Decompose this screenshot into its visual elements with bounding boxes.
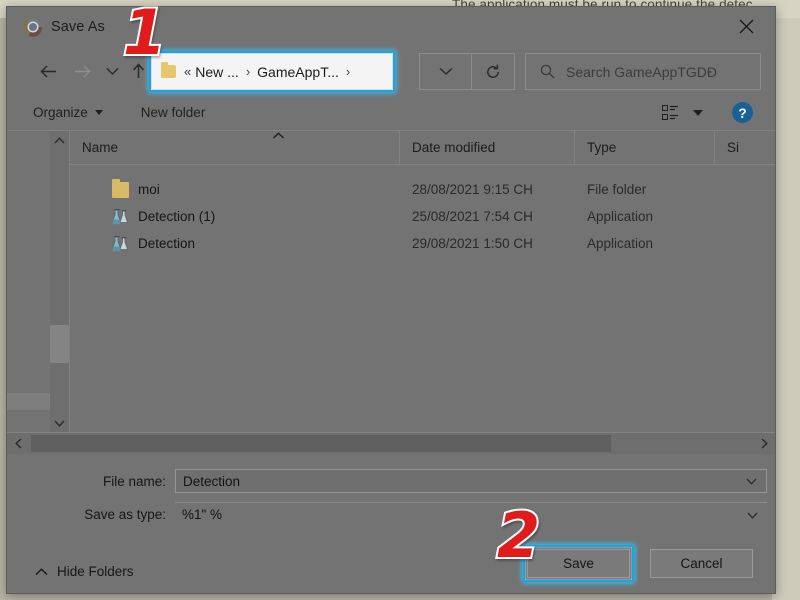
view-layout-icon[interactable] (662, 105, 679, 121)
file-list-horizontal-scrollbar[interactable] (7, 432, 775, 454)
chevron-up-icon (35, 564, 48, 579)
column-header-name[interactable]: Name (70, 131, 400, 164)
save-form: File name: Detection Save as type: %1" % (7, 454, 775, 532)
screenshot-root: The application must be run to continue … (0, 0, 800, 600)
scrollbar-track[interactable] (50, 149, 69, 414)
back-arrow-icon[interactable] (31, 56, 65, 86)
dialog-title: Save As (51, 19, 105, 35)
breadcrumb-overflow[interactable]: « (184, 64, 191, 79)
cancel-button[interactable]: Cancel (650, 549, 753, 578)
save-as-type-label: Save as type: (84, 506, 166, 522)
file-date-cell: 29/08/2021 1:50 CH (412, 236, 533, 251)
table-row[interactable]: moi 28/08/2021 9:15 CH File folder (70, 176, 775, 203)
new-folder-label: New folder (140, 105, 206, 120)
breadcrumb-item-0[interactable]: New ... (195, 64, 239, 80)
caret-down-icon (94, 110, 103, 115)
file-type-cell: File folder (587, 182, 647, 197)
save-button[interactable]: Save (527, 549, 630, 578)
address-history-chevron-down-icon[interactable] (419, 53, 471, 90)
search-placeholder: Search GameAppTGDĐ (566, 63, 717, 80)
scrollbar-thumb[interactable] (50, 325, 69, 363)
search-input[interactable]: Search GameAppTGDĐ (525, 53, 761, 90)
save-as-type-row: Save as type: %1" % (7, 501, 775, 527)
help-icon[interactable]: ? (732, 102, 753, 123)
search-icon (540, 64, 555, 79)
navigation-pane[interactable] (7, 131, 70, 432)
scroll-left-chevron-icon[interactable] (7, 433, 29, 454)
sort-ascending-icon (272, 131, 285, 142)
view-caret-down-icon[interactable] (693, 110, 703, 116)
file-date-cell: 25/08/2021 7:54 CH (412, 209, 533, 224)
organize-label: Organize (33, 105, 88, 120)
background-right-panel (772, 18, 800, 600)
file-rows: moi 28/08/2021 9:15 CH File folder Detec… (70, 165, 775, 257)
application-icon (112, 208, 129, 225)
file-name-label: Detection (138, 236, 196, 251)
close-icon[interactable] (723, 7, 769, 45)
dialog-body: Name Date modified Type Si moi 28/08/202… (7, 131, 775, 432)
breadcrumb-separator-trailing[interactable]: › (346, 64, 350, 79)
help-label: ? (738, 104, 747, 121)
chrome-icon (23, 17, 42, 37)
application-icon (112, 235, 129, 252)
table-row[interactable]: Detection 29/08/2021 1:50 CH Application (70, 230, 775, 257)
file-date-cell: 28/08/2021 9:15 CH (412, 182, 533, 197)
organize-button[interactable]: Organize (33, 105, 103, 120)
new-folder-button[interactable]: New folder (141, 105, 206, 120)
address-bar[interactable]: « New ... › GameAppT... › (151, 53, 393, 90)
hide-folders-button[interactable]: Hide Folders (35, 564, 134, 579)
save-as-type-value: %1" % (182, 507, 223, 522)
save-as-dialog: Save As « New ... › GameAppT... › Search… (6, 6, 776, 594)
column-header-date-modified[interactable]: Date modified (400, 131, 575, 164)
table-row[interactable]: Detection (1) 25/08/2021 7:54 CH Applica… (70, 203, 775, 230)
file-type-cell: Application (587, 236, 654, 251)
file-name-label: moi (138, 182, 160, 197)
file-name-cell: Detection (1) (70, 208, 400, 225)
file-name-cell: moi (70, 178, 400, 198)
column-header-type[interactable]: Type (575, 131, 715, 164)
refresh-icon[interactable] (471, 53, 515, 90)
save-as-type-select[interactable]: %1" % (175, 502, 767, 526)
chevron-down-icon[interactable] (746, 472, 757, 490)
file-list: Name Date modified Type Si moi 28/08/202… (70, 131, 775, 432)
navigation-pane-selection (7, 393, 54, 410)
folder-icon (112, 178, 129, 198)
breadcrumb-separator: › (245, 64, 251, 79)
hide-folders-label: Hide Folders (57, 564, 134, 579)
file-name-cell: Detection (70, 235, 400, 252)
command-bar: Organize New folder ? (7, 95, 775, 131)
file-name-label: Detection (1) (138, 209, 216, 224)
scroll-up-chevron-icon[interactable] (50, 131, 69, 149)
file-name-row: File name: Detection (7, 468, 775, 494)
scroll-right-chevron-icon[interactable] (753, 433, 775, 454)
navigation-pane-scrollbar[interactable] (50, 131, 69, 432)
forward-arrow-icon[interactable] (65, 56, 99, 86)
column-header-size[interactable]: Si (715, 131, 775, 164)
hscrollbar-track[interactable] (29, 433, 753, 454)
file-name-value: Detection (183, 473, 241, 489)
recent-locations-chevron-down-icon[interactable] (99, 56, 125, 86)
breadcrumb-item-1[interactable]: GameAppT... (257, 64, 339, 80)
step-marker-1: 1 (121, 0, 168, 69)
file-type-cell: Application (587, 209, 654, 224)
scroll-down-chevron-icon[interactable] (50, 414, 69, 432)
file-name-label: File name: (102, 473, 166, 489)
column-headers: Name Date modified Type Si (70, 131, 775, 165)
file-name-input[interactable]: Detection (175, 469, 767, 493)
hscrollbar-thumb[interactable] (31, 435, 611, 452)
step-marker-2: 2 (495, 499, 542, 572)
chevron-down-icon[interactable] (747, 506, 758, 524)
